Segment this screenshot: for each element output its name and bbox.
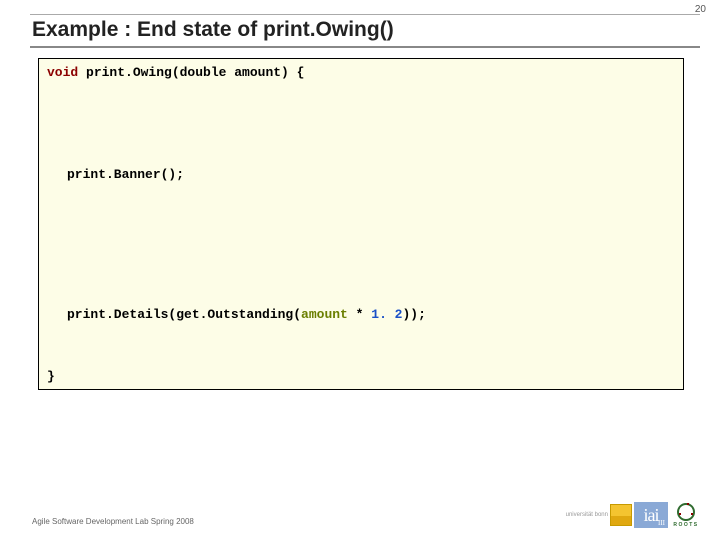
footer-text: Agile Software Development Lab Spring 20…: [32, 517, 194, 526]
roots-circle-icon: [677, 503, 695, 521]
code-content: void print.Owing(double amount) { print.…: [39, 59, 683, 389]
code-text: *: [348, 307, 364, 322]
title-rule-bottom: [30, 46, 700, 48]
title-rule-top: [30, 14, 700, 15]
code-text: print.Details(get.Outstanding(: [67, 307, 301, 322]
slide-title: Example : End state of print.Owing(): [32, 18, 394, 42]
logo-bonn-text: universität bonn: [566, 512, 608, 518]
code-line-3: print.Details(get.Outstanding(amount * 1…: [67, 307, 426, 322]
uni-bonn-logo: [610, 504, 632, 526]
code-text: print.Owing(double amount) {: [78, 65, 304, 80]
iai-logo: iai: [634, 502, 668, 528]
roots-logo: ROOTS: [670, 502, 702, 528]
slide: 20 Example : End state of print.Owing() …: [0, 0, 720, 540]
roots-label: ROOTS: [673, 522, 698, 528]
keyword-void: void: [47, 65, 78, 80]
code-line-4: }: [47, 369, 55, 384]
code-number: 1. 2: [363, 307, 402, 322]
code-box: void print.Owing(double amount) { print.…: [38, 58, 684, 390]
code-param: amount: [301, 307, 348, 322]
logo-group: universität bonn iai ROOTS: [566, 502, 702, 528]
code-line-2: print.Banner();: [67, 167, 184, 182]
code-line-1: void print.Owing(double amount) {: [47, 65, 304, 80]
code-text: ));: [402, 307, 425, 322]
